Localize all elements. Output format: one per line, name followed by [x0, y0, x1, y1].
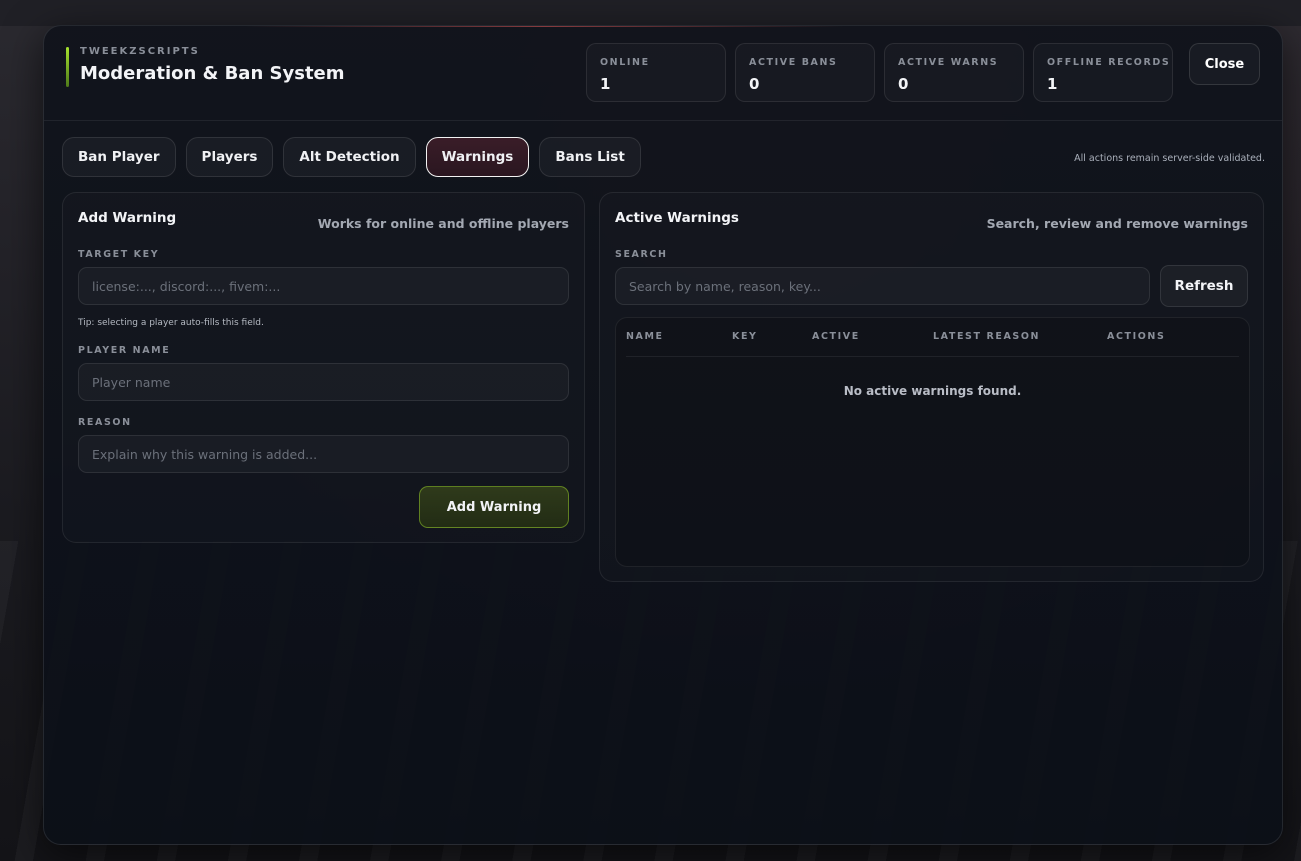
background-top — [0, 0, 1301, 26]
column-header-actions[interactable]: ACTIONS — [1107, 331, 1165, 342]
stat-label: ACTIVE BANS — [749, 57, 838, 68]
tab-ban-player[interactable]: Ban Player — [62, 137, 176, 177]
close-button[interactable]: Close — [1189, 43, 1260, 85]
player-name-input[interactable] — [78, 363, 569, 401]
empty-state-message: No active warnings found. — [843, 384, 1022, 398]
stat-label: OFFLINE RECORDS — [1047, 57, 1171, 68]
brand-accent-bar — [66, 47, 69, 87]
stat-value: 0 — [749, 75, 760, 93]
brand-name: TWEEKZSCRIPTS — [80, 46, 200, 57]
column-header-key[interactable]: KEY — [732, 331, 758, 342]
target-key-label: TARGET KEY — [78, 249, 160, 260]
column-header-active[interactable]: ACTIVE — [812, 331, 860, 342]
page-title: Moderation & Ban System — [80, 63, 345, 84]
stat-value: 1 — [1047, 75, 1058, 93]
card-subtitle: Search, review and remove warnings — [986, 216, 1248, 231]
validation-note: All actions remain server-side validated… — [1074, 153, 1265, 164]
player-name-label: PLAYER NAME — [78, 345, 171, 356]
moderation-panel: TWEEKZSCRIPTS Moderation & Ban System ON… — [43, 25, 1283, 845]
stat-online: ONLINE 1 — [586, 43, 726, 102]
warnings-table: NAME KEY ACTIVE LATEST REASON ACTIONS No… — [615, 317, 1250, 567]
target-key-tip: Tip: selecting a player auto-fills this … — [78, 318, 264, 328]
add-warning-button[interactable]: Add Warning — [419, 486, 569, 528]
column-header-latest-reason[interactable]: LATEST REASON — [933, 331, 1040, 342]
tab-players[interactable]: Players — [185, 137, 274, 177]
stat-active-warns: ACTIVE WARNS 0 — [884, 43, 1024, 102]
column-header-name[interactable]: NAME — [626, 331, 664, 342]
tab-warnings[interactable]: Warnings — [425, 137, 530, 177]
panel-header: TWEEKZSCRIPTS Moderation & Ban System ON… — [44, 26, 1282, 121]
header-divider — [626, 356, 1239, 357]
search-input[interactable] — [615, 267, 1150, 305]
target-key-input[interactable] — [78, 267, 569, 305]
stat-value: 1 — [600, 75, 611, 93]
stat-label: ACTIVE WARNS — [898, 57, 999, 68]
refresh-button[interactable]: Refresh — [1160, 265, 1248, 307]
card-title: Add Warning — [78, 210, 177, 226]
stat-label: ONLINE — [600, 57, 650, 68]
search-label: SEARCH — [615, 249, 668, 260]
active-warnings-card: Active Warnings Search, review and remov… — [599, 192, 1264, 582]
stat-value: 0 — [898, 75, 909, 93]
stat-active-bans: ACTIVE BANS 0 — [735, 43, 875, 102]
reason-input[interactable] — [78, 435, 569, 473]
card-title: Active Warnings — [615, 210, 739, 226]
tab-bans-list[interactable]: Bans List — [539, 137, 641, 177]
tab-bar: Ban Player Players Alt Detection Warning… — [62, 137, 641, 177]
add-warning-card: Add Warning Works for online and offline… — [62, 192, 585, 543]
stat-offline-records: OFFLINE RECORDS 1 — [1033, 43, 1173, 102]
card-subtitle: Works for online and offline players — [317, 216, 569, 231]
tab-alt-detection[interactable]: Alt Detection — [283, 137, 416, 177]
reason-label: REASON — [78, 417, 132, 428]
